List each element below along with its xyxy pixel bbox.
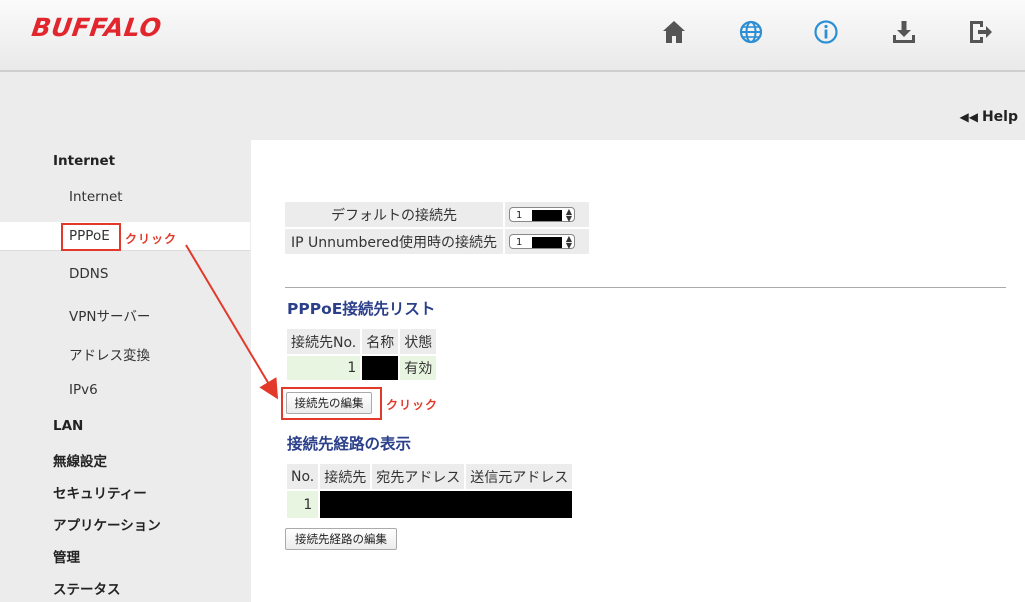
col-header-status: 状態 bbox=[400, 329, 437, 354]
sidebar-group-application[interactable]: アプリケーション bbox=[53, 514, 161, 534]
cell-route-redacted bbox=[320, 491, 573, 518]
sidebar-group-status[interactable]: ステータス bbox=[53, 578, 121, 598]
table-row: 1 有効 bbox=[287, 356, 437, 380]
sidebar-item-ipv6[interactable]: IPv6 bbox=[69, 382, 98, 398]
sidebar-group-management[interactable]: 管理 bbox=[53, 546, 80, 566]
table-header-row: 接続先No. 名称 状態 bbox=[287, 329, 437, 354]
info-icon[interactable] bbox=[812, 18, 840, 46]
table-header-row: No. 接続先 宛先アドレス 送信元アドレス bbox=[287, 464, 573, 489]
select-updown-icon: ▲ ▼ bbox=[565, 234, 572, 250]
cell-no: 1 bbox=[287, 491, 319, 518]
globe-icon[interactable] bbox=[737, 18, 765, 46]
click-annotation-1: クリック bbox=[125, 232, 178, 246]
route-list-table: No. 接続先 宛先アドレス 送信元アドレス 1 bbox=[285, 462, 574, 520]
edit-button-highlight-box bbox=[281, 387, 382, 420]
cell-name-redacted bbox=[362, 356, 399, 380]
table-row: IP Unnumbered使用時の接続先 1 ▲ ▼ bbox=[285, 229, 589, 254]
route-list-title: 接続先経路の表示 bbox=[287, 435, 412, 453]
select-updown-icon: ▲ ▼ bbox=[565, 207, 572, 223]
logout-icon[interactable] bbox=[966, 18, 994, 46]
col-header-no: No. bbox=[287, 464, 319, 489]
col-header-no: 接続先No. bbox=[287, 329, 361, 354]
click-annotation-2: クリック bbox=[386, 398, 439, 412]
double-arrow-left-icon: ◀◀ bbox=[959, 110, 978, 124]
sidebar-group-wireless[interactable]: 無線設定 bbox=[53, 450, 107, 470]
section-divider bbox=[285, 287, 1006, 288]
redacted-block bbox=[531, 210, 562, 221]
col-header-connection: 接続先 bbox=[320, 464, 371, 489]
edit-route-button[interactable]: 接続先経路の編集 bbox=[285, 528, 397, 550]
table-row: 1 bbox=[287, 491, 573, 518]
pppoe-list-table: 接続先No. 名称 状態 1 有効 bbox=[285, 327, 438, 382]
sidebar-item-ddns[interactable]: DDNS bbox=[69, 266, 108, 282]
col-header-source: 送信元アドレス bbox=[466, 464, 573, 489]
ip-unnumbered-connection-label: IP Unnumbered使用時の接続先 bbox=[285, 229, 503, 254]
select-value: 1 bbox=[515, 210, 523, 221]
help-toggle[interactable]: ◀◀ Help bbox=[959, 109, 1018, 125]
redacted-block bbox=[531, 237, 562, 248]
pppoe-highlight-box bbox=[61, 223, 121, 251]
default-connection-label: デフォルトの接続先 bbox=[285, 202, 503, 227]
top-header: BUFFALO bbox=[0, 0, 1025, 72]
sidebar-item-address-translation[interactable]: アドレス変換 bbox=[69, 344, 150, 364]
sidebar-group-internet[interactable]: Internet bbox=[53, 153, 115, 169]
default-connection-select[interactable]: 1 ▲ ▼ bbox=[508, 207, 575, 223]
select-value: 1 bbox=[515, 237, 523, 248]
sidebar-group-lan[interactable]: LAN bbox=[53, 418, 83, 434]
col-header-destination: 宛先アドレス bbox=[372, 464, 465, 489]
home-icon[interactable] bbox=[660, 18, 688, 46]
cell-status: 有効 bbox=[400, 356, 437, 380]
sidebar-item-internet[interactable]: Internet bbox=[69, 189, 123, 205]
pppoe-list-title: PPPoE接続先リスト bbox=[287, 300, 436, 318]
cell-no: 1 bbox=[287, 356, 361, 380]
ip-unnumbered-connection-select[interactable]: 1 ▲ ▼ bbox=[508, 234, 575, 250]
buffalo-logo: BUFFALO bbox=[29, 13, 164, 42]
col-header-name: 名称 bbox=[362, 329, 399, 354]
help-label: Help bbox=[981, 109, 1018, 125]
default-connection-table: デフォルトの接続先 1 ▲ ▼ IP Unnumbered使用時の接続先 1 ▲ ▼ bbox=[283, 200, 591, 256]
download-icon[interactable] bbox=[890, 18, 918, 46]
sidebar-group-security[interactable]: セキュリティー bbox=[53, 482, 147, 502]
sidebar-item-vpn-server[interactable]: VPNサーバー bbox=[69, 305, 150, 325]
table-row: デフォルトの接続先 1 ▲ ▼ bbox=[285, 202, 589, 227]
